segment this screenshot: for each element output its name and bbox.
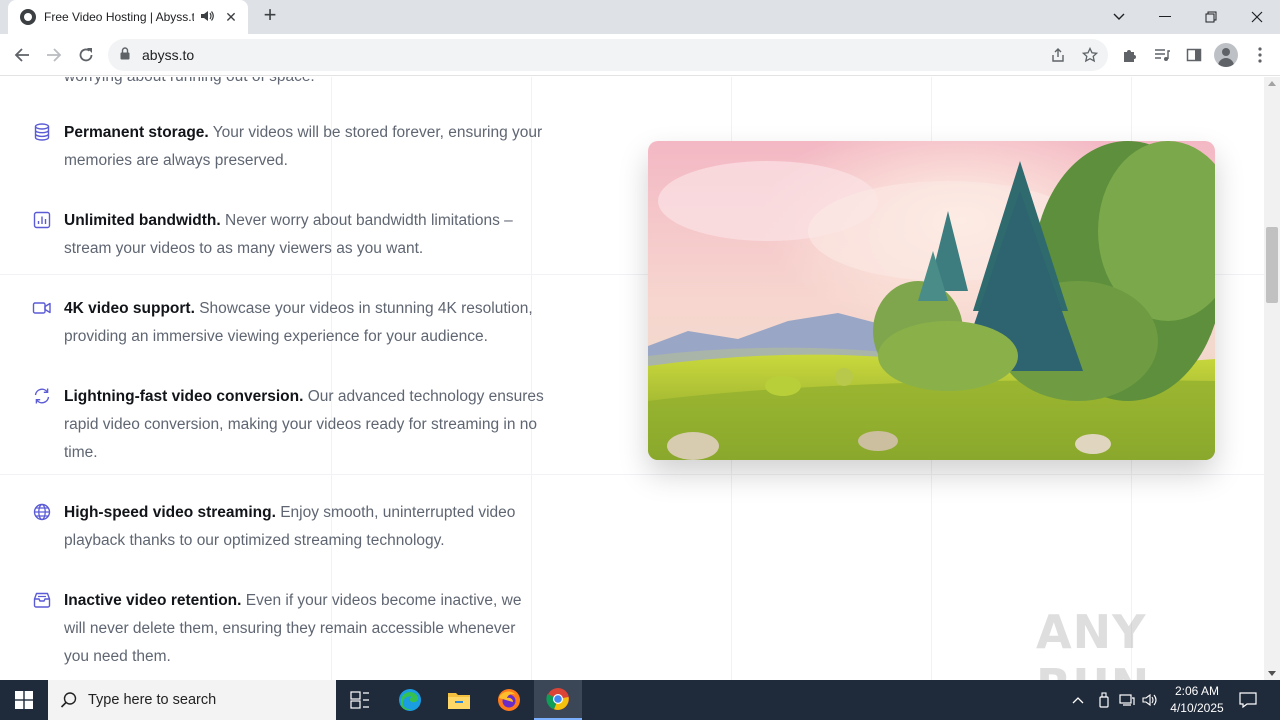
feature-unlimited-bandwidth: Unlimited bandwidth. Never worry about b… bbox=[32, 207, 552, 263]
page-scrollbar[interactable] bbox=[1264, 77, 1280, 680]
grid-line bbox=[0, 474, 1264, 475]
task-view-icon[interactable] bbox=[336, 680, 384, 720]
tab-strip: Free Video Hosting | Abyss.t ✕ + bbox=[0, 0, 1280, 34]
feature-title: Permanent storage. bbox=[64, 124, 209, 141]
windows-taskbar: Type here to search 2:06 AM 4/10/2025 bbox=[0, 680, 1280, 720]
volume-icon[interactable] bbox=[1140, 680, 1160, 720]
puzzle-icon[interactable] bbox=[1116, 41, 1144, 69]
bar-chart-icon bbox=[33, 211, 51, 229]
notification-icon[interactable] bbox=[1232, 680, 1264, 720]
feature-4k-video-support: 4K video support. Showcase your videos i… bbox=[32, 295, 552, 351]
feature-title: High-speed video streaming. bbox=[64, 504, 276, 521]
side-panel-icon[interactable] bbox=[1180, 41, 1208, 69]
feature-title: Lightning-fast video conversion. bbox=[64, 388, 304, 405]
back-arrow-icon[interactable] bbox=[8, 41, 36, 69]
forward-arrow-icon[interactable] bbox=[40, 41, 68, 69]
scroll-up-arrow-icon[interactable] bbox=[1268, 81, 1276, 86]
feature-high-speed-streaming: High-speed video streaming. Enjoy smooth… bbox=[32, 499, 552, 555]
feature-permanent-storage: Permanent storage. Your videos will be s… bbox=[32, 119, 552, 175]
clock-date: 4/10/2025 bbox=[1170, 701, 1224, 715]
usb-icon[interactable] bbox=[1094, 680, 1114, 720]
url-text[interactable]: abyss.to bbox=[142, 47, 194, 63]
media-control-icon[interactable] bbox=[1148, 41, 1176, 69]
tab-title: Free Video Hosting | Abyss.t bbox=[44, 10, 194, 24]
feature-title: Unlimited bandwidth. bbox=[64, 212, 221, 229]
chevron-down-icon[interactable] bbox=[1096, 0, 1142, 34]
search-icon bbox=[60, 692, 77, 708]
system-clock[interactable]: 2:06 AM 4/10/2025 bbox=[1164, 683, 1230, 717]
page-content: worrying about running out of space. Per… bbox=[0, 77, 1264, 680]
database-icon bbox=[34, 123, 50, 141]
chrome-icon[interactable] bbox=[534, 680, 582, 720]
edge-icon[interactable] bbox=[386, 680, 434, 720]
firefox-icon[interactable] bbox=[485, 680, 533, 720]
globe-icon bbox=[33, 503, 51, 521]
lock-icon bbox=[120, 47, 130, 60]
clock-time: 2:06 AM bbox=[1174, 684, 1220, 698]
tab-close-icon[interactable]: ✕ bbox=[222, 9, 240, 26]
refresh-icon bbox=[34, 388, 50, 404]
restore-icon[interactable] bbox=[1188, 0, 1234, 34]
share-icon[interactable] bbox=[1044, 41, 1072, 69]
browser-toolbar: abyss.to bbox=[0, 34, 1280, 76]
landscape-illustration-image bbox=[648, 141, 1215, 460]
scrollbar-thumb[interactable] bbox=[1266, 227, 1278, 303]
archive-box-icon bbox=[33, 592, 51, 608]
feature-title: 4K video support. bbox=[64, 300, 195, 317]
minimize-icon[interactable] bbox=[1142, 0, 1188, 34]
address-bar[interactable]: abyss.to bbox=[108, 39, 1108, 71]
speaker-icon[interactable] bbox=[200, 10, 214, 25]
video-camera-icon bbox=[32, 302, 51, 314]
new-tab-plus-icon[interactable]: + bbox=[258, 4, 282, 28]
abyss-favicon-icon bbox=[20, 9, 36, 25]
feature-fast-conversion: Lightning-fast video conversion. Our adv… bbox=[32, 383, 552, 467]
search-placeholder: Type here to search bbox=[88, 692, 217, 708]
window-close-icon[interactable] bbox=[1234, 0, 1280, 34]
file-explorer-icon[interactable] bbox=[435, 680, 483, 720]
chevron-up-icon[interactable] bbox=[1068, 680, 1088, 720]
reload-icon[interactable] bbox=[72, 41, 100, 69]
windows-logo-icon[interactable] bbox=[0, 680, 48, 720]
cutoff-text: worrying about running out of space. bbox=[64, 77, 315, 91]
scroll-down-arrow-icon[interactable] bbox=[1268, 671, 1276, 676]
network-icon[interactable] bbox=[1117, 680, 1137, 720]
anyrun-watermark: ANY RUN bbox=[1036, 605, 1149, 680]
taskbar-search-box[interactable]: Type here to search bbox=[48, 680, 336, 720]
feature-inactive-retention: Inactive video retention. Even if your v… bbox=[32, 587, 552, 671]
feature-title: Inactive video retention. bbox=[64, 592, 242, 609]
profile-avatar-icon[interactable] bbox=[1214, 43, 1238, 67]
browser-tab[interactable]: Free Video Hosting | Abyss.t ✕ bbox=[8, 0, 248, 34]
star-icon[interactable] bbox=[1076, 41, 1104, 69]
kebab-menu-icon[interactable] bbox=[1246, 41, 1274, 69]
